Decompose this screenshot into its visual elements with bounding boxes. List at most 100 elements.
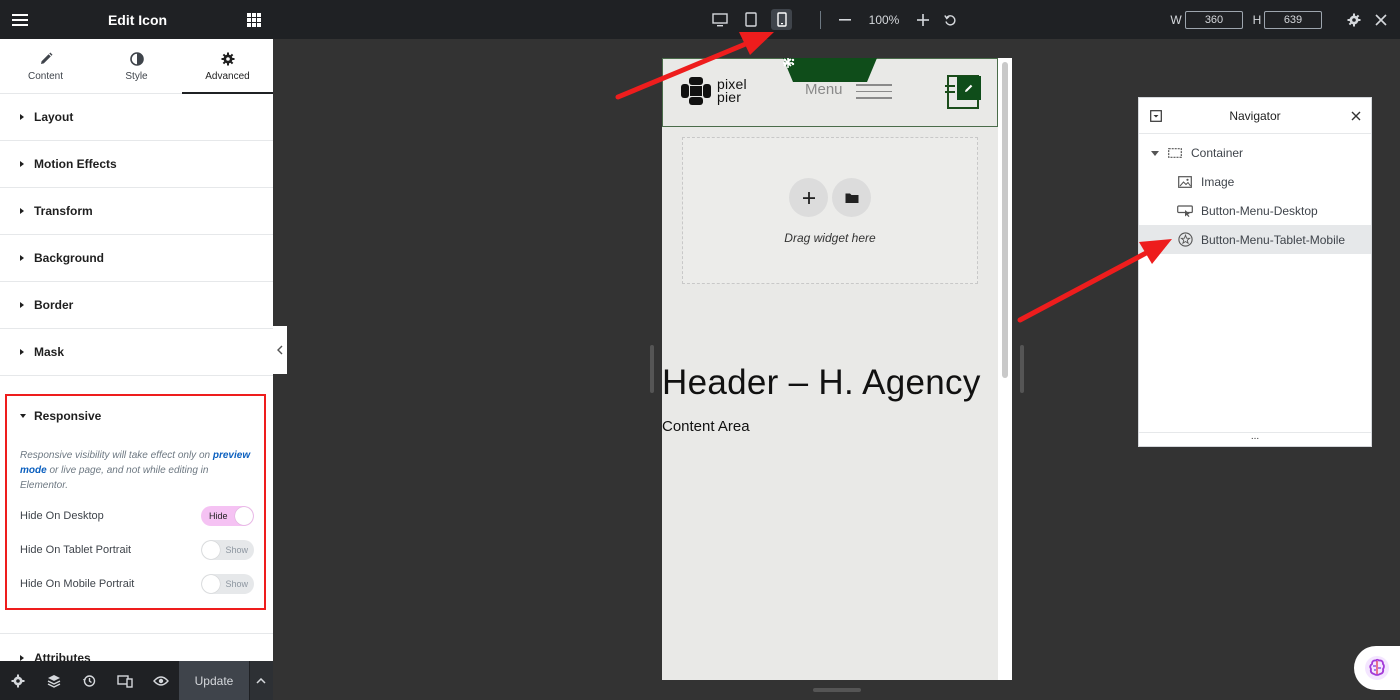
panel-tabs: Content Style Advanced <box>0 39 273 94</box>
section-border[interactable]: Border <box>0 282 273 329</box>
height-label: H <box>1252 12 1262 27</box>
hide-mobile-row: Hide On Mobile Portrait Show <box>20 574 254 594</box>
section-layout[interactable]: Layout <box>0 94 273 141</box>
layers-icon[interactable] <box>36 661 72 700</box>
caret-right-icon <box>20 114 24 120</box>
resize-handle-bottom[interactable] <box>813 688 861 692</box>
tablet-device-icon[interactable] <box>740 0 762 39</box>
responsive-mode-icon[interactable] <box>107 661 143 700</box>
section-transform[interactable]: Transform <box>0 188 273 235</box>
navigator-item-container[interactable]: Container <box>1139 138 1371 167</box>
button-icon <box>1177 203 1193 219</box>
hide-tablet-toggle[interactable]: Show <box>201 540 254 560</box>
panel-footer: Update <box>0 661 273 700</box>
reset-zoom-icon[interactable] <box>941 0 959 39</box>
editor-panel: Edit Icon Content Style Advanced Layout … <box>0 0 273 700</box>
navigator-item-button-tablet-mobile[interactable]: Button-Menu-Tablet-Mobile <box>1139 225 1371 254</box>
navigator-close-icon[interactable] <box>1351 108 1361 124</box>
logo-text: pixel pier <box>717 77 747 105</box>
section-label: Layout <box>34 110 74 124</box>
panel-header: Edit Icon <box>0 0 273 39</box>
section-label: Transform <box>34 204 93 218</box>
widgets-grid-icon[interactable] <box>247 12 261 27</box>
caret-right-icon <box>20 255 24 261</box>
content-area-text[interactable]: Content Area <box>662 418 750 435</box>
section-label: Motion Effects <box>34 157 117 171</box>
width-label: W <box>1170 12 1182 27</box>
page-heading[interactable]: Header – H. Agency <box>662 363 981 403</box>
topbar-divider <box>819 0 821 39</box>
toggle-knob <box>235 507 253 525</box>
navigator-title: Navigator <box>1229 108 1281 123</box>
container-handle <box>783 58 877 82</box>
zoom-level: 100% <box>868 12 900 27</box>
height-field-wrap: 639 <box>1264 0 1322 39</box>
drop-zone[interactable]: Drag widget here <box>682 137 978 284</box>
hide-mobile-toggle[interactable]: Show <box>201 574 254 594</box>
zoom-in-icon[interactable] <box>914 0 932 39</box>
caret-down-icon <box>20 414 26 418</box>
template-library-folder-icon[interactable] <box>832 178 871 217</box>
note-text: or live page, and not while editing in E… <box>20 465 209 491</box>
mobile-device-icon[interactable] <box>771 9 792 30</box>
settings-gear-icon[interactable] <box>0 661 36 700</box>
star-icon <box>1177 232 1193 248</box>
navigator-resize-handle[interactable]: ... <box>1139 432 1371 446</box>
hamburger-menu-icon[interactable] <box>12 13 28 26</box>
logo-line: pier <box>717 89 742 105</box>
update-button[interactable]: Update <box>178 661 249 700</box>
close-responsive-bar-icon[interactable] <box>1372 0 1390 39</box>
section-label: Mask <box>34 345 65 359</box>
pencil-icon <box>39 51 53 67</box>
add-widget-plus-icon[interactable] <box>789 178 828 217</box>
expand-caret-down-icon[interactable] <box>1151 146 1159 160</box>
resize-handle-right[interactable] <box>1020 345 1024 393</box>
navigator-header[interactable]: Navigator <box>1139 98 1371 134</box>
collapse-panel-chevron-left-icon[interactable] <box>273 326 287 374</box>
caret-right-icon <box>20 208 24 214</box>
tab-advanced[interactable]: Advanced <box>182 39 273 94</box>
responsive-section: Responsive Responsive visibility will ta… <box>5 394 266 610</box>
section-motion-effects[interactable]: Motion Effects <box>0 141 273 188</box>
resize-handle-left[interactable] <box>650 345 654 393</box>
tab-style[interactable]: Style <box>91 39 182 93</box>
navigator-item-image[interactable]: Image <box>1139 167 1371 196</box>
tab-content[interactable]: Content <box>0 39 91 93</box>
toggle-text: Hide <box>209 511 228 521</box>
preview-eye-icon[interactable] <box>143 661 179 700</box>
preview-scrollbar[interactable] <box>998 58 1012 680</box>
update-options-chevron-up-icon[interactable] <box>248 661 273 700</box>
section-mask[interactable]: Mask <box>0 329 273 376</box>
top-bar: 100% W 360 H 639 <box>273 0 1400 39</box>
width-input[interactable]: 360 <box>1185 10 1243 29</box>
navigator-collapse-icon[interactable] <box>1150 110 1162 125</box>
site-logo[interactable]: pixel pier <box>681 77 747 105</box>
menu-button-desktop[interactable]: Menu <box>805 81 843 98</box>
device-settings-gear-icon[interactable] <box>1345 0 1363 39</box>
responsive-note: Responsive visibility will take effect o… <box>20 448 252 493</box>
zoom-out-icon[interactable] <box>836 0 854 39</box>
section-background[interactable]: Background <box>0 235 273 282</box>
hide-desktop-row: Hide On Desktop Hide <box>20 506 254 526</box>
history-icon[interactable] <box>72 661 108 700</box>
hide-desktop-label: Hide On Desktop <box>20 510 104 522</box>
edit-widget-pencil-icon[interactable] <box>957 76 981 100</box>
height-input[interactable]: 639 <box>1264 10 1322 29</box>
ai-assistant-brain-icon[interactable] <box>1354 646 1400 690</box>
navigator-item-label: Container <box>1191 145 1244 160</box>
desktop-device-icon[interactable] <box>709 0 731 39</box>
navigator-item-button-desktop[interactable]: Button-Menu-Desktop <box>1139 196 1371 225</box>
toggle-knob <box>202 575 220 593</box>
section-attributes[interactable]: Attributes <box>0 633 273 665</box>
caret-right-icon <box>20 349 24 355</box>
scrollbar-thumb[interactable] <box>1002 62 1008 378</box>
navigator-item-label: Image <box>1201 174 1235 189</box>
section-label: Background <box>34 251 105 265</box>
container-icon <box>1167 145 1183 161</box>
section-responsive[interactable]: Responsive <box>20 409 101 423</box>
hide-mobile-label: Hide On Mobile Portrait <box>20 578 135 590</box>
caret-right-icon <box>20 302 24 308</box>
hide-desktop-toggle[interactable]: Hide <box>201 506 254 526</box>
menu-lines-icon[interactable] <box>856 84 892 104</box>
pixel-pier-logo-icon <box>681 77 711 105</box>
